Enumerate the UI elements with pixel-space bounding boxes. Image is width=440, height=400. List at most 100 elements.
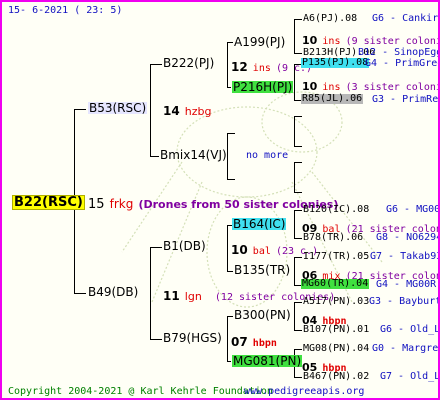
tree-line — [227, 225, 228, 271]
tree-line — [294, 116, 295, 146]
tree-line — [227, 42, 233, 43]
node-b107[interactable]: B107(PN).01 — [303, 325, 369, 335]
tree-line — [74, 293, 86, 294]
b222-code: ins — [252, 63, 271, 74]
tree-line — [227, 361, 231, 362]
b467-group: G7 - Old_Lady — [380, 371, 440, 382]
website-link[interactable]: www.pedigreeapis.org — [244, 387, 364, 397]
i177-group: G7 - Takab93aR — [370, 251, 438, 262]
copyright-text: Copyright 2004-2021 @ Karl Kehrle Founda… — [8, 386, 273, 397]
tree-line — [227, 133, 235, 134]
tree-line — [150, 156, 159, 157]
b1-code: bal — [252, 246, 271, 257]
tree-line — [150, 64, 162, 65]
p135-group: G4 - PrimGreen00 — [365, 58, 438, 69]
node-a199[interactable]: A199(PJ) — [234, 36, 285, 48]
tree-line — [294, 53, 302, 54]
pedigree-frame: 15- 6-2021 ( 23: 5) Copyright 2004-2021 … — [0, 0, 440, 400]
tree-line — [150, 339, 162, 340]
tree-line — [227, 316, 228, 361]
root-queen-label: B22(RSC) — [14, 195, 83, 210]
tree-line — [227, 179, 235, 180]
a6-group: G6 - Cankiri97Q — [372, 13, 439, 24]
b107-group: G6 - Old_Lady — [380, 324, 440, 335]
tree-line — [227, 271, 233, 272]
tree-line — [227, 133, 228, 179]
tree-line — [227, 316, 233, 317]
b79-info: 07 hbpn — [231, 333, 277, 349]
node-mg08[interactable]: MG08(PN).04 — [303, 344, 369, 354]
node-mg60[interactable]: MG60(TR).04 — [301, 279, 370, 289]
b79-gen: 07 — [231, 335, 248, 349]
tree-line — [294, 257, 295, 285]
node-mg081[interactable]: MG081(PN) — [232, 355, 303, 367]
sire-node[interactable]: B53(RSC) — [88, 102, 148, 114]
node-b135[interactable]: B135(TR) — [234, 264, 290, 276]
tree-line — [294, 162, 295, 192]
node-b467[interactable]: B467(PN).02 — [303, 372, 369, 382]
r85-group: G3 - PrimRed01 — [372, 94, 439, 105]
sire-info: 14 hzbg — [163, 102, 212, 118]
tree-line — [294, 116, 302, 117]
b78-group: G8 - NO6294R — [376, 232, 438, 243]
tree-line — [294, 146, 302, 147]
p216h-gen: 10 — [302, 80, 318, 93]
b222-info: 12 ins (9 c.) — [231, 58, 312, 74]
dam-gen: 11 — [163, 289, 180, 303]
b120-group: G6 - MG00R — [386, 204, 440, 215]
node-i177[interactable]: I177(TR).05 — [303, 252, 369, 262]
node-bmix14[interactable]: Bmix14(VJ) — [160, 149, 227, 161]
p216h-note: (3 sister colonies) — [345, 82, 438, 93]
tree-line — [150, 64, 151, 156]
tree-line — [227, 42, 228, 87]
node-p135[interactable]: P135(PJ).08 — [301, 58, 370, 68]
date-stamp: 15- 6-2021 ( 23: 5) — [8, 5, 123, 16]
node-b1[interactable]: B1(DB) — [163, 240, 206, 252]
dam-code: lgn — [184, 290, 202, 303]
tree-line — [150, 247, 151, 339]
tree-line — [294, 349, 302, 350]
tree-line — [294, 210, 295, 238]
node-a517[interactable]: A517(PN).03 — [303, 297, 369, 307]
mg08-group: G0 - Margret04R — [372, 343, 439, 354]
tree-line — [294, 257, 302, 258]
a199-code: ins — [322, 36, 341, 47]
tree-line — [294, 19, 302, 20]
sire-code: hzbg — [184, 105, 212, 118]
tree-line — [294, 330, 302, 331]
a517-group: G3 - Bayburt98-3 — [369, 296, 438, 307]
p216h-code: ins — [322, 82, 341, 93]
node-r85[interactable]: R85(JL).06 — [301, 94, 364, 104]
node-b300[interactable]: B300(PN) — [234, 309, 291, 321]
tree-line — [294, 100, 301, 101]
root-info: 15 frkg (Drones from 50 sister colonies) — [88, 195, 338, 211]
b213h-group: B12 - SinopEgg86R — [358, 47, 438, 58]
tree-line — [74, 109, 86, 110]
tree-line — [227, 87, 231, 88]
a199-info: 10 ins (9 sister colonies) — [302, 31, 438, 47]
mg60-group: G4 - MG00R — [376, 279, 437, 290]
node-b222[interactable]: B222(PJ) — [163, 57, 214, 69]
tree-line — [294, 377, 302, 378]
tree-line — [294, 238, 302, 239]
no-more-text: no more — [246, 150, 289, 161]
root-queen[interactable]: B22(RSC) — [12, 195, 85, 210]
p216h-info: 10 ins (3 sister colonies) — [302, 77, 438, 93]
tree-line — [294, 192, 302, 193]
tree-line — [294, 19, 295, 53]
a199-gen: 10 — [302, 34, 318, 47]
tree-line — [294, 162, 302, 163]
b79-code: hbpn — [252, 338, 277, 349]
b222-gen: 12 — [231, 60, 248, 74]
a199-note: (9 sister colonies) — [345, 36, 438, 47]
root-gen: 15 — [88, 197, 105, 212]
sire-gen: 14 — [163, 104, 180, 118]
node-b120[interactable]: B120(IC).08 — [303, 205, 369, 215]
node-a6[interactable]: A6(PJ).08 — [303, 14, 357, 24]
node-b78[interactable]: B78(TR).06 — [303, 233, 363, 243]
node-p216h[interactable]: P216H(PJ) — [232, 81, 294, 93]
b1-gen: 10 — [231, 243, 248, 257]
dam-node[interactable]: B49(DB) — [88, 286, 138, 298]
node-b79[interactable]: B79(HGS) — [163, 332, 222, 344]
node-b164[interactable]: B164(IC) — [232, 218, 287, 230]
